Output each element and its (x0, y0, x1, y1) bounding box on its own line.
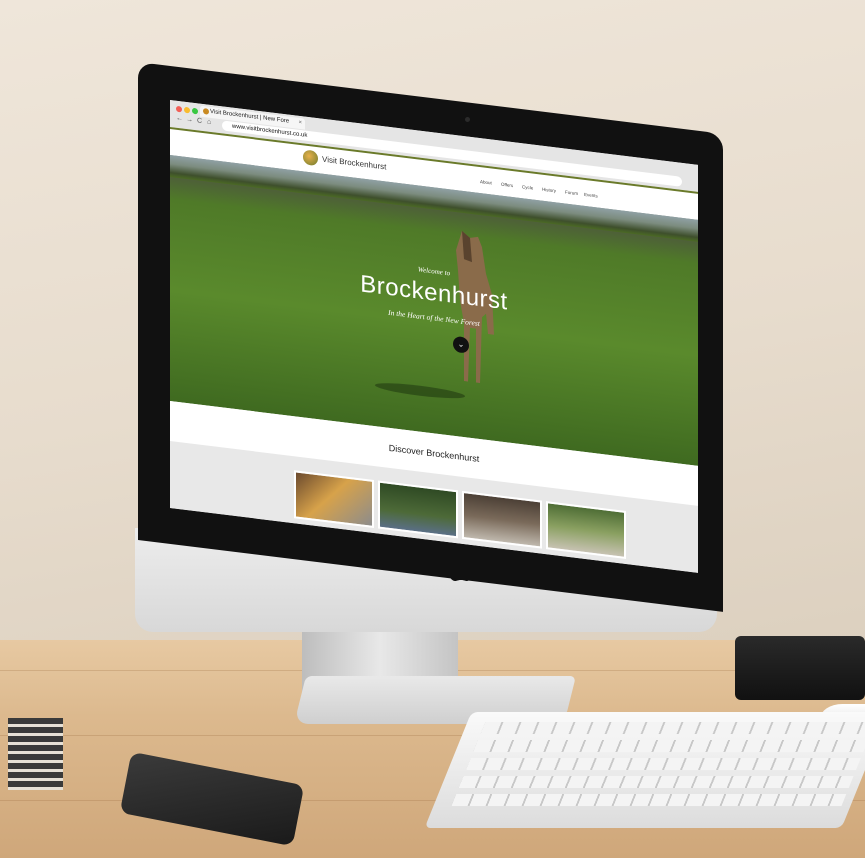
gallery-thumb[interactable] (378, 480, 458, 539)
apple-keyboard (424, 712, 865, 828)
maximize-window-icon[interactable] (192, 107, 198, 115)
favicon-icon (203, 108, 209, 115)
site-logo-icon[interactable] (303, 149, 318, 167)
nav-offers[interactable]: Offers (501, 182, 513, 188)
imac-screen: Visit Brockenhurst | New Fore × ← → C ⌂ … (170, 100, 698, 573)
gallery-thumb[interactable] (546, 501, 626, 559)
close-window-icon[interactable] (176, 105, 182, 113)
site-logo-text[interactable]: Visit Brockenhurst (322, 155, 386, 172)
nav-about[interactable]: About (480, 179, 492, 185)
nav-history[interactable]: History (542, 187, 556, 194)
tablet-device (735, 636, 865, 700)
tab-close-icon[interactable]: × (298, 118, 302, 129)
gallery-thumb[interactable] (462, 490, 542, 549)
nav-events[interactable]: Events (584, 192, 598, 199)
gallery-thumb[interactable] (294, 470, 374, 529)
nav-forum[interactable]: Forum (565, 189, 578, 196)
book-stack (8, 718, 63, 790)
reload-icon[interactable]: C (197, 117, 202, 125)
nav-cycle[interactable]: Cycle (522, 184, 533, 190)
forward-arrow-icon[interactable]: → (186, 116, 193, 124)
back-arrow-icon[interactable]: ← (176, 115, 183, 123)
camera-icon (465, 117, 470, 122)
minimize-window-icon[interactable] (184, 106, 190, 114)
home-icon[interactable]: ⌂ (207, 119, 211, 127)
horse-shadow (375, 380, 465, 402)
